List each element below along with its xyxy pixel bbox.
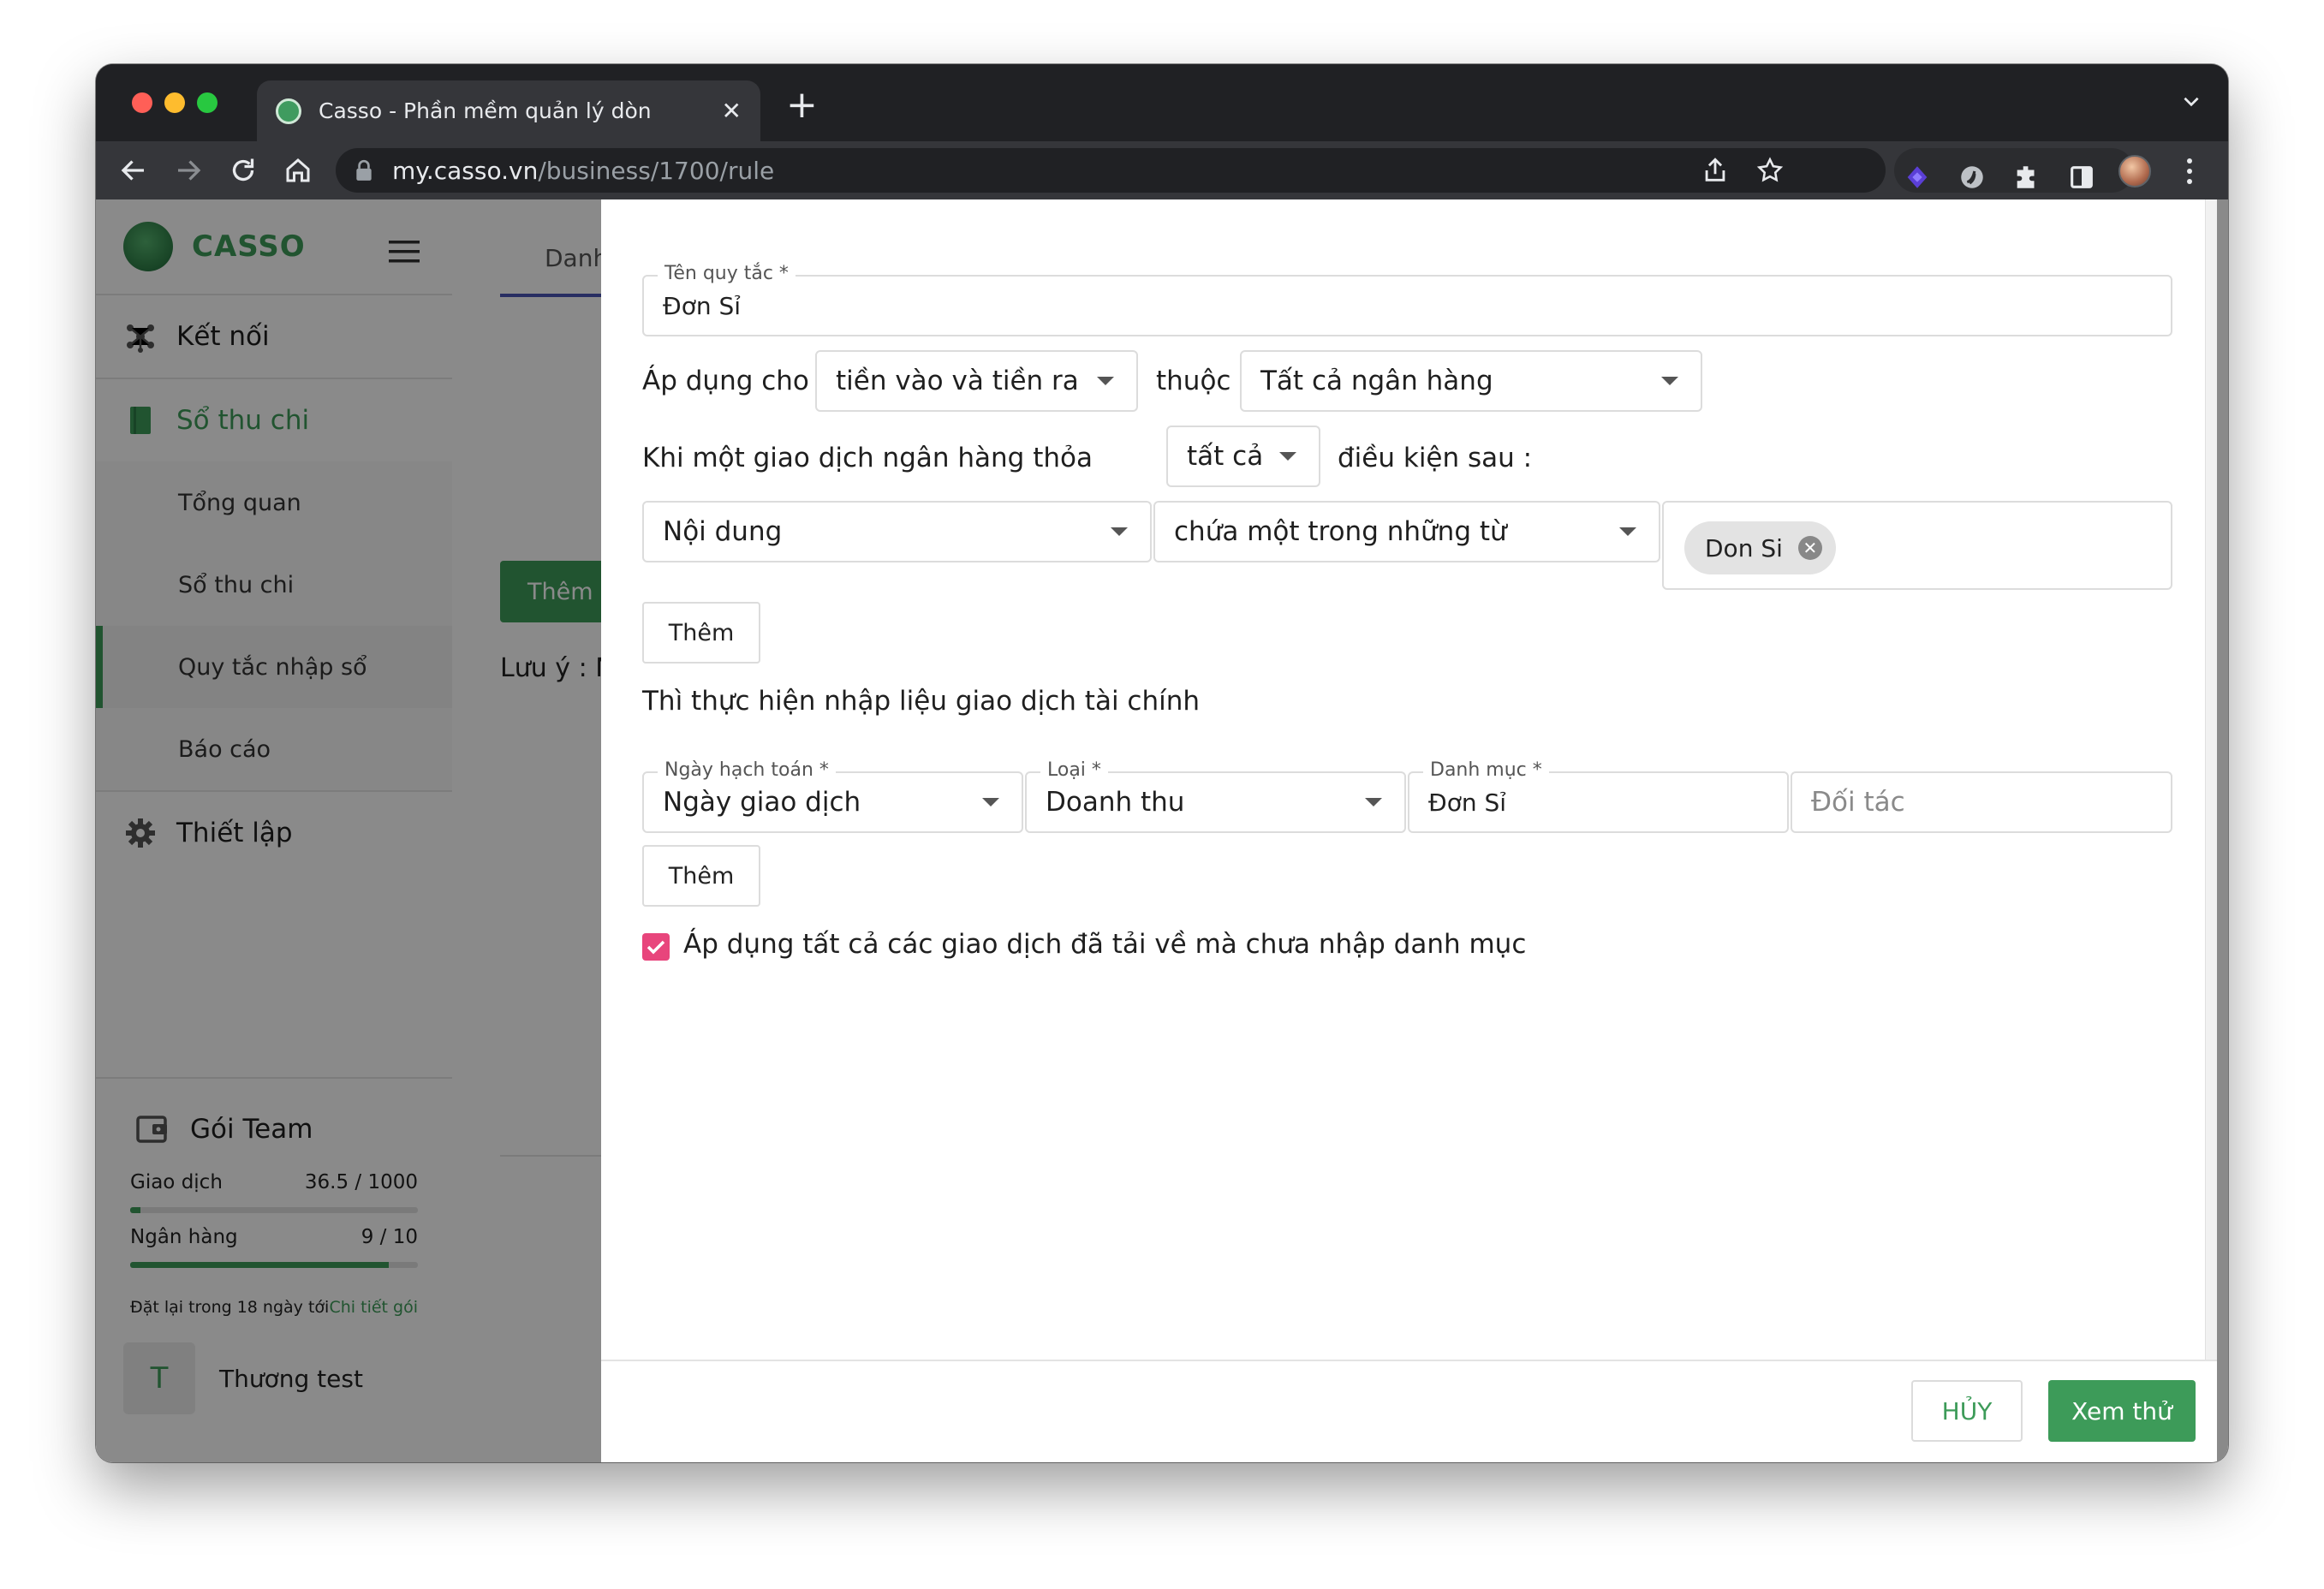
share-icon[interactable] [1701,156,1730,185]
posting-date-value: Ngày giao dịch [663,787,861,818]
extension-sync-icon[interactable] [1958,163,1987,192]
category-input[interactable]: Danh mục * Đơn Sỉ [1408,759,1789,833]
type-value: Doanh thu [1046,787,1185,818]
casso-favicon-icon [276,98,301,124]
condition-keywords-input[interactable]: Don Si ✕ [1662,501,2172,590]
tab-title: Casso - Phần mềm quản lý dòn [319,98,652,123]
apply-all-checkbox[interactable] [642,933,670,961]
browser-window: Casso - Phần mềm quản lý dòn ✕ + my.cass… [96,64,2228,1462]
caret-down-icon [1111,527,1128,536]
browser-toolbar: my.casso.vn/business/1700/rule [96,141,2228,199]
add-condition-button[interactable]: Thêm [642,602,760,664]
bookmark-star-icon[interactable] [1755,156,1785,185]
cancel-button[interactable]: HỦY [1911,1380,2023,1442]
tab-strip: Casso - Phần mềm quản lý dòn ✕ + [96,64,2228,141]
posting-date-label: Ngày hạch toán * [658,759,836,781]
rule-name-label: Tên quy tắc * [658,263,796,284]
page-viewport: CASSO Kết nối Sổ thu chi Tổng quan Sổ th… [96,199,2228,1462]
match-mode-value: tất cả [1187,441,1264,472]
bank-select[interactable]: Tất cả ngân hàng [1240,350,1702,412]
category-value: Đơn Sỉ [1428,788,1507,817]
type-select[interactable]: Loại * Doanh thu [1025,759,1406,833]
dialog-footer: HỦY Xem thử [601,1360,2217,1462]
condition-operator-value: chứa một trong những từ [1174,516,1507,547]
conditions-label: điều kiện sau : [1338,443,1533,473]
checkmark-icon [647,940,665,955]
url-path: /business/1700/rule [538,156,775,185]
condition-operator-select[interactable]: chứa một trong những từ [1153,501,1660,562]
posting-date-select[interactable]: Ngày hạch toán * Ngày giao dịch [642,759,1023,833]
profile-avatar[interactable] [2118,155,2151,187]
add-action-button[interactable]: Thêm [642,845,760,907]
preview-button[interactable]: Xem thử [2048,1380,2196,1442]
bank-value: Tất cả ngân hàng [1260,366,1493,396]
condition-field-value: Nội dung [663,516,783,547]
back-arrow-icon[interactable] [118,155,149,186]
close-window-button[interactable] [132,92,152,113]
apply-for-label: Áp dụng cho [642,366,809,396]
chip-remove-icon[interactable]: ✕ [1797,536,1822,560]
rule-name-input[interactable]: Tên quy tắc * Đơn Sỉ [642,263,2172,336]
caret-down-icon [1279,452,1296,461]
apply-for-select[interactable]: tiền vào và tiền ra [815,350,1138,412]
browser-menu-icon[interactable] [2185,157,2194,186]
minimize-window-button[interactable] [164,92,185,113]
caret-down-icon [1661,377,1678,385]
browser-tab[interactable]: Casso - Phần mềm quản lý dòn ✕ [257,80,760,141]
extensions-puzzle-icon[interactable] [2012,163,2041,192]
rule-name-value: Đơn Sỉ [663,291,742,320]
lock-icon [356,159,372,181]
keyword-chip-label: Don Si [1705,533,1783,562]
match-mode-select[interactable]: tất cả [1166,426,1320,487]
caret-down-icon [1097,377,1114,385]
partner-placeholder: Đối tác [1811,787,1905,818]
keyword-chip: Don Si ✕ [1684,521,1836,574]
apply-all-label: Áp dụng tất cả các giao dịch đã tải về m… [683,929,1527,960]
when-label: Khi một giao dịch ngân hàng thỏa [642,443,1093,473]
new-tab-button[interactable]: + [786,86,818,124]
tab-close-icon[interactable]: ✕ [722,98,742,123]
belongs-label: thuộc [1156,366,1231,396]
tab-search-chevron-icon[interactable] [2180,90,2202,112]
forward-arrow-icon[interactable] [173,155,204,186]
maximize-window-button[interactable] [197,92,218,113]
then-label: Thì thực hiện nhập liệu giao dịch tài ch… [642,686,1201,717]
home-icon[interactable] [283,155,313,186]
caret-down-icon [1365,798,1382,806]
partner-input[interactable]: Đối tác [1791,771,2172,833]
condition-field-select[interactable]: Nội dung [642,501,1152,562]
dialog-scrollbar[interactable] [2205,199,2217,1360]
extensions-area [1894,148,2134,193]
apply-for-value: tiền vào và tiền ra [836,366,1079,396]
side-panel-icon[interactable] [2067,163,2096,192]
extension-diamond-icon[interactable] [1903,163,1932,192]
caret-down-icon [982,798,999,806]
type-label: Loại * [1040,759,1108,781]
rule-dialog: Tên quy tắc * Đơn Sỉ Áp dụng cho tiền và… [601,199,2217,1462]
category-label: Danh mục * [1423,759,1549,781]
url-host: my.casso.vn [392,156,539,185]
caret-down-icon [1619,527,1636,536]
address-bar[interactable]: my.casso.vn/business/1700/rule [336,148,1886,193]
reload-icon[interactable] [228,155,259,186]
